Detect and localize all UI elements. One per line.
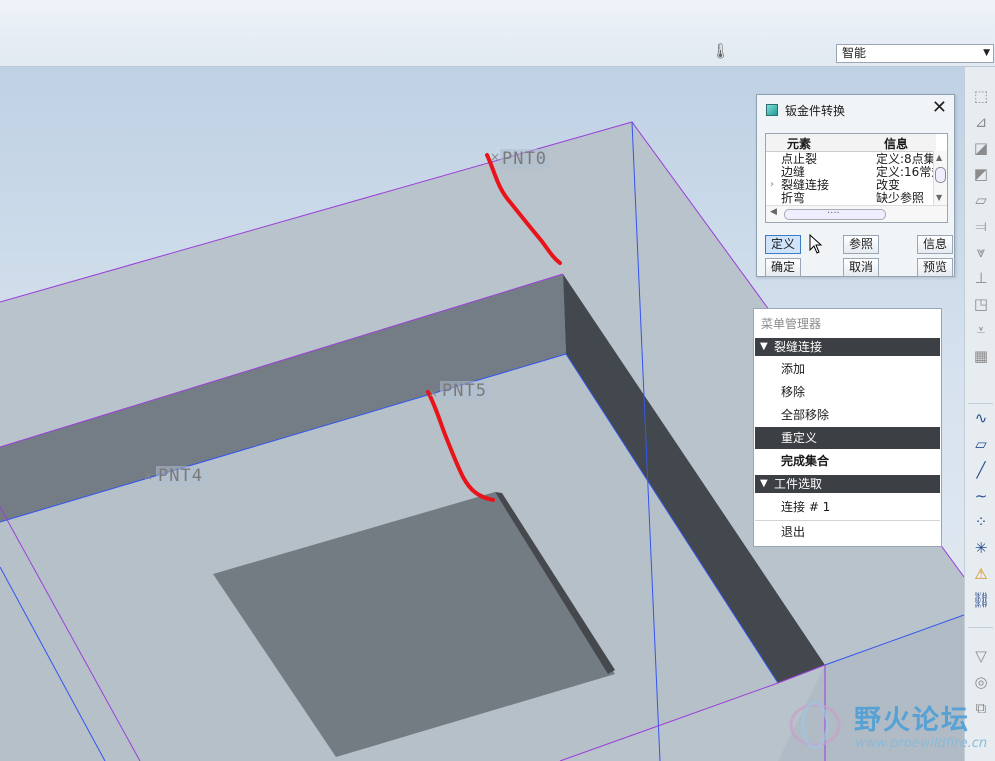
list-item-selected[interactable]: › 裂缝连接 改变: [766, 178, 936, 192]
twist-wall-icon[interactable]: ▱: [969, 189, 993, 211]
menu-item-label: 连接 # 1: [781, 500, 831, 514]
menu-item-label: 重定义: [781, 431, 818, 445]
unbend-icon[interactable]: ⩡: [969, 319, 993, 341]
column-element: 元素: [787, 137, 812, 151]
row-element: 边缝: [781, 165, 806, 179]
list-item[interactable]: 边缝 定义:16常规: [766, 165, 936, 179]
menu-item-redefine[interactable]: 重定义: [755, 427, 940, 449]
toolbar-separator: [968, 627, 993, 628]
ok-button[interactable]: 确定: [765, 258, 801, 277]
point-marker-pnt5: ×: [428, 386, 438, 400]
csys-icon[interactable]: ✳: [969, 537, 993, 559]
point-marker-pnt0: ×: [490, 150, 500, 164]
menu-item-label: 完成集合: [781, 454, 830, 468]
menu-section-label: 裂缝连接: [774, 340, 823, 354]
menu-item-label: 全部移除: [781, 408, 830, 422]
point-label-pnt0[interactable]: PNT0: [500, 149, 549, 169]
menu-item-label: 退出: [781, 525, 806, 539]
list-item[interactable]: 点止裂 定义:8点集: [766, 152, 936, 166]
form-icon[interactable]: ◳: [969, 293, 993, 315]
corner-relief-icon[interactable]: ⊥: [969, 267, 993, 289]
view-icon[interactable]: ◎: [969, 671, 993, 693]
menu-item-add[interactable]: 添加: [755, 358, 940, 380]
chevron-right-icon: ›: [770, 179, 774, 190]
vertical-scrollbar[interactable]: ▲ ▼: [933, 151, 947, 206]
horizontal-scrollbar[interactable]: ◀ ....: [766, 205, 947, 222]
menu-item-label: 移除: [781, 385, 806, 399]
menu-item-label: 添加: [781, 362, 806, 376]
chevron-down-icon: ▼: [983, 48, 990, 58]
datum-curve-icon[interactable]: ∼: [969, 485, 993, 507]
menu-item-done-set[interactable]: 完成集合: [755, 450, 940, 472]
row-info: 定义:16常规: [876, 165, 936, 179]
scroll-thumb[interactable]: [935, 167, 946, 183]
datum-axis-icon[interactable]: ╱: [969, 459, 993, 481]
annotation-icon[interactable]: ▽: [969, 645, 993, 667]
column-info: 信息: [884, 137, 909, 151]
scroll-left-icon[interactable]: ◀: [770, 207, 777, 217]
row-info: 定义:8点集: [876, 152, 936, 166]
point-label-pnt5[interactable]: PNT5: [440, 381, 489, 401]
element-list-header: 元素 信息: [766, 134, 936, 152]
datum-point-icon[interactable]: ⁘: [969, 511, 993, 533]
menu-item-remove[interactable]: 移除: [755, 381, 940, 403]
right-toolbar: ⬚ ⊿ ◪ ◩ ▱ ⫤ ⩔ ⊥ ◳ ⩡ ▦ ∿ ▱ ╱ ∼ ⁘ ✳ ⚠ ⛓ ▽ …: [964, 67, 995, 761]
menu-section-rip-connect[interactable]: ▼ 裂缝连接: [755, 338, 940, 356]
extend-wall-icon[interactable]: ⫤: [969, 215, 993, 237]
forum-name: 野火论坛: [854, 705, 970, 736]
row-info: 缺少参照: [876, 191, 925, 205]
row-element: 点止裂: [781, 152, 818, 166]
info-button[interactable]: 信息: [917, 235, 953, 254]
row-info: 改变: [876, 178, 901, 192]
menu-item-connection-1[interactable]: 连接 # 1: [755, 496, 940, 518]
rip-icon[interactable]: ⩔: [969, 241, 993, 263]
scroll-thumb[interactable]: ....: [784, 205, 886, 220]
mouse-cursor-icon: [809, 234, 823, 254]
flat-pattern-icon[interactable]: ▦: [969, 345, 993, 367]
selection-filter-select[interactable]: 智能 ▼: [836, 44, 994, 63]
list-item[interactable]: 折弯 缺少参照: [766, 191, 936, 205]
selection-filter-value: 智能: [842, 46, 867, 60]
menu-manager-title: 菜单管理器: [761, 317, 822, 331]
scroll-up-icon[interactable]: ▲: [936, 153, 942, 162]
bend-wall-icon[interactable]: ◪: [969, 137, 993, 159]
scroll-grip: ....: [827, 205, 840, 216]
menu-item-remove-all[interactable]: 全部移除: [755, 404, 940, 426]
top-ribbon: 🌡 智能 ▼: [0, 0, 995, 67]
preview-button[interactable]: 预览: [917, 258, 953, 277]
menu-item-exit[interactable]: 退出: [755, 521, 940, 543]
thermometer-icon[interactable]: 🌡: [711, 42, 730, 64]
datum-plane-icon[interactable]: ▱: [969, 433, 993, 455]
row-element: 折弯: [781, 191, 806, 205]
menu-manager: 菜单管理器 ▼ 裂缝连接 添加 移除 全部移除 重定义 完成集合 ▼ 工件选取 …: [753, 308, 942, 547]
point-marker-pnt4: ×: [143, 469, 153, 483]
forum-logo-icon: [789, 701, 841, 749]
forum-url: www.proewildfire.cn: [855, 736, 988, 751]
references-button[interactable]: 参照: [843, 235, 879, 254]
triangle-down-icon: ▼: [760, 478, 768, 489]
triangle-down-icon: ▼: [760, 341, 768, 352]
cancel-button[interactable]: 取消: [843, 258, 879, 277]
toolbar-separator: [968, 403, 993, 404]
link-icon[interactable]: ⛓: [969, 589, 993, 611]
sheetmetal-icon: [766, 104, 778, 116]
row-element: 裂缝连接: [781, 178, 830, 192]
dialog-title: 钣金件转换: [785, 104, 846, 118]
define-button[interactable]: 定义: [765, 235, 801, 254]
sheetmetal-conversion-dialog: 钣金件转换 ✕ 元素 信息 点止裂 定义:8点集 边缝 定义:16常规 › 裂缝…: [756, 94, 955, 277]
menu-section-label: 工件选取: [774, 477, 823, 491]
forum-watermark: 野火论坛 www.proewildfire.cn: [782, 692, 995, 761]
point-label-pnt4[interactable]: PNT4: [156, 466, 205, 486]
element-list[interactable]: 元素 信息 点止裂 定义:8点集 边缝 定义:16常规 › 裂缝连接 改变 折弯…: [765, 133, 948, 223]
close-icon[interactable]: ✕: [932, 97, 947, 118]
scroll-down-icon[interactable]: ▼: [936, 193, 942, 202]
sketch-icon[interactable]: ∿: [969, 407, 993, 429]
convert-shell-icon[interactable]: ⬚: [969, 85, 993, 107]
flat-wall-icon[interactable]: ⊿: [969, 111, 993, 133]
flange-wall-icon[interactable]: ◩: [969, 163, 993, 185]
analysis-icon[interactable]: ⚠: [969, 563, 993, 585]
menu-section-feature-select[interactable]: ▼ 工件选取: [755, 475, 940, 493]
